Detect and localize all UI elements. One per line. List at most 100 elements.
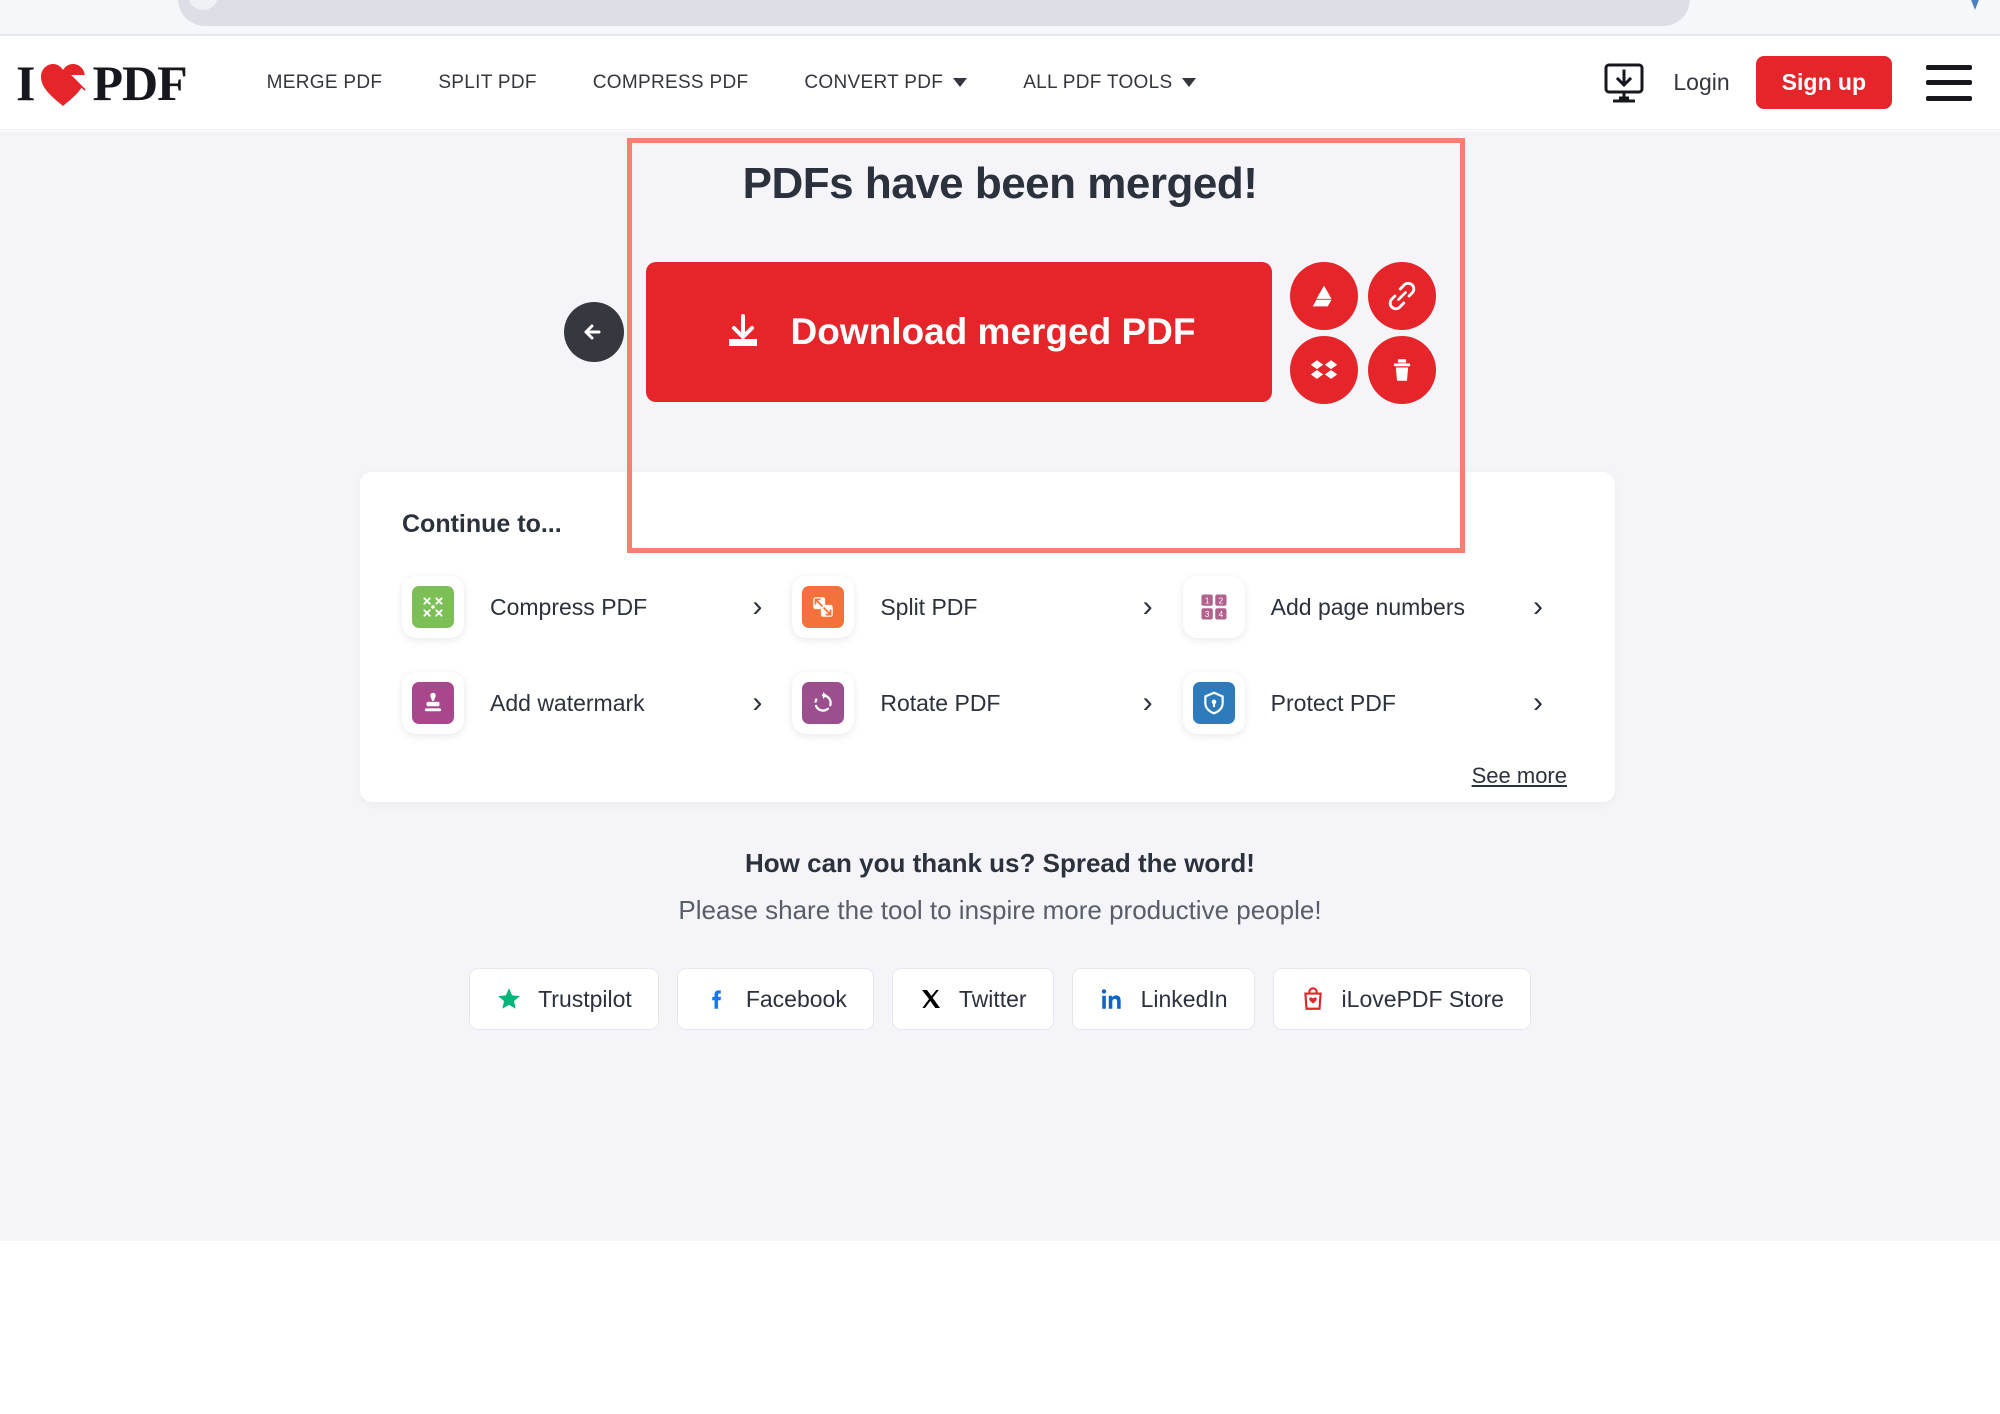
- signup-button[interactable]: Sign up: [1755, 56, 1892, 109]
- download-merged-pdf-button[interactable]: Download merged PDF: [646, 262, 1272, 402]
- page-body: PDFs have been merged! Download merged P…: [0, 131, 2000, 1241]
- logo-text-pdf: PDF: [92, 54, 187, 111]
- google-drive-icon: [1312, 285, 1332, 307]
- back-button[interactable]: [564, 302, 624, 362]
- burger-line: [1926, 80, 1972, 85]
- heart-icon: [40, 61, 87, 106]
- nav-label: COMPRESS PDF: [592, 71, 749, 93]
- nav-item-merge-pdf[interactable]: MERGE PDF: [239, 62, 411, 104]
- share-facebook-button[interactable]: Facebook: [676, 968, 874, 1030]
- nav-label: ALL PDF TOOLS: [1023, 71, 1173, 93]
- store-bag-icon: [1303, 987, 1322, 1010]
- thanks-subtitle: Please share the tool to inspire more pr…: [678, 895, 1322, 925]
- tool-icon-wrap: [792, 672, 855, 734]
- continue-tools-grid: Compress PDF › Split PDF › 1 2 3 4 Add p…: [402, 565, 1573, 745]
- nav-item-all-pdf-tools[interactable]: ALL PDF TOOLS: [995, 62, 1224, 104]
- logo-letter-i: I: [16, 54, 35, 111]
- header-actions: Login Sign up: [1601, 56, 1972, 109]
- share-trustpilot-button[interactable]: Trustpilot: [469, 968, 659, 1030]
- tool-label: Add watermark: [490, 689, 645, 716]
- svg-text:1: 1: [1205, 596, 1210, 605]
- tool-item-add-watermark[interactable]: Add watermark ›: [402, 661, 792, 745]
- tool-label: Compress PDF: [490, 593, 648, 620]
- chevron-down-icon: [953, 78, 968, 87]
- chevron-right-icon: ›: [752, 590, 763, 623]
- download-button-label: Download merged PDF: [790, 311, 1196, 352]
- delete-file-button[interactable]: [1368, 336, 1436, 404]
- tool-icon-wrap: [402, 672, 464, 734]
- trustpilot-star-icon: [498, 988, 520, 1009]
- chevron-right-icon: ›: [752, 686, 763, 719]
- page-title: PDFs have been merged!: [742, 159, 1258, 208]
- save-to-dropbox-button[interactable]: [1290, 336, 1358, 404]
- tool-icon-wrap: [792, 576, 855, 638]
- split-icon: [802, 586, 845, 628]
- tool-item-rotate-pdf[interactable]: Rotate PDF ›: [792, 661, 1182, 745]
- download-icon: [728, 314, 757, 346]
- tool-item-split-pdf[interactable]: Split PDF ›: [792, 565, 1182, 649]
- nav-item-split-pdf[interactable]: SPLIT PDF: [410, 62, 564, 104]
- chevron-right-icon: ›: [1142, 686, 1153, 719]
- nav-item-convert-pdf[interactable]: CONVERT PDF: [776, 62, 995, 104]
- desktop-download-icon[interactable]: [1601, 60, 1647, 106]
- download-section: Download merged PDF: [0, 262, 2000, 404]
- compress-icon: [412, 586, 454, 628]
- browser-profile-indicator-icon[interactable]: [1968, 0, 1982, 10]
- tool-label: Protect PDF: [1270, 689, 1396, 716]
- main-nav: MERGE PDF SPLIT PDF COMPRESS PDF CONVERT…: [239, 62, 1225, 104]
- facebook-icon: [712, 990, 721, 1009]
- tool-icon-wrap: 1 2 3 4: [1182, 576, 1245, 638]
- arrow-left-icon: [584, 324, 601, 340]
- result-action-buttons: [1290, 262, 1436, 404]
- login-link[interactable]: Login: [1673, 69, 1729, 96]
- chevron-right-icon: ›: [1533, 590, 1543, 623]
- tool-label: Rotate PDF: [880, 689, 1001, 716]
- copy-link-button[interactable]: [1368, 262, 1436, 330]
- share-label: LinkedIn: [1140, 985, 1228, 1012]
- watermark-icon: [412, 682, 454, 724]
- share-label: Facebook: [745, 985, 847, 1012]
- hamburger-menu-icon[interactable]: [1926, 64, 1972, 101]
- burger-line: [1926, 95, 1972, 101]
- nav-label: SPLIT PDF: [438, 71, 537, 93]
- tool-item-add-page-numbers[interactable]: 1 2 3 4 Add page numbers ›: [1182, 565, 1573, 649]
- share-buttons-row: Trustpilot Facebook Twitter LinkedIn iLo…: [0, 968, 2000, 1030]
- thanks-title: How can you thank us? Spread the word!: [745, 848, 1255, 878]
- share-twitter-button[interactable]: Twitter: [891, 968, 1054, 1030]
- twitter-x-icon: [921, 990, 940, 1008]
- tool-icon-wrap: [1182, 672, 1245, 734]
- tool-item-protect-pdf[interactable]: Protect PDF ›: [1182, 661, 1573, 745]
- page-numbers-icon: 1 2 3 4: [1192, 586, 1235, 628]
- share-label: iLovePDF Store: [1341, 985, 1504, 1012]
- see-more-row: See more: [402, 763, 1573, 789]
- nav-label: CONVERT PDF: [804, 71, 944, 93]
- browser-chrome: [0, 0, 2000, 36]
- site-header: I PDF MERGE PDF SPLIT PDF COMPRESS PDF C…: [0, 36, 2000, 130]
- chevron-right-icon: ›: [1142, 590, 1153, 623]
- page-footer-area: [0, 1241, 2000, 1414]
- browser-address-bar[interactable]: [178, 0, 1690, 26]
- share-linkedin-button[interactable]: LinkedIn: [1071, 968, 1255, 1030]
- trash-icon: [1393, 359, 1411, 381]
- svg-text:4: 4: [1218, 610, 1223, 619]
- nav-item-compress-pdf[interactable]: COMPRESS PDF: [565, 62, 777, 104]
- nav-label: MERGE PDF: [266, 71, 383, 93]
- save-to-google-drive-button[interactable]: [1290, 262, 1358, 330]
- linkedin-icon: [1101, 989, 1121, 1009]
- ilovepdf-logo[interactable]: I PDF: [16, 54, 188, 112]
- continue-to-title: Continue to...: [402, 510, 562, 538]
- chevron-down-icon: [1182, 78, 1197, 87]
- tool-item-compress-pdf[interactable]: Compress PDF ›: [402, 565, 792, 649]
- see-more-link[interactable]: See more: [1472, 763, 1567, 788]
- share-ilovepdf-store-button[interactable]: iLovePDF Store: [1272, 968, 1531, 1030]
- tool-label: Split PDF: [880, 593, 978, 620]
- svg-text:2: 2: [1218, 596, 1223, 605]
- continue-to-card: Continue to... Compress PDF › Split PDF …: [360, 472, 1615, 802]
- share-label: Twitter: [958, 985, 1027, 1012]
- tool-icon-wrap: [402, 576, 464, 638]
- burger-line: [1926, 64, 1972, 70]
- dropbox-icon: [1310, 360, 1338, 379]
- svg-text:3: 3: [1205, 610, 1210, 619]
- chevron-right-icon: ›: [1533, 686, 1543, 719]
- tool-label: Add page numbers: [1270, 593, 1466, 620]
